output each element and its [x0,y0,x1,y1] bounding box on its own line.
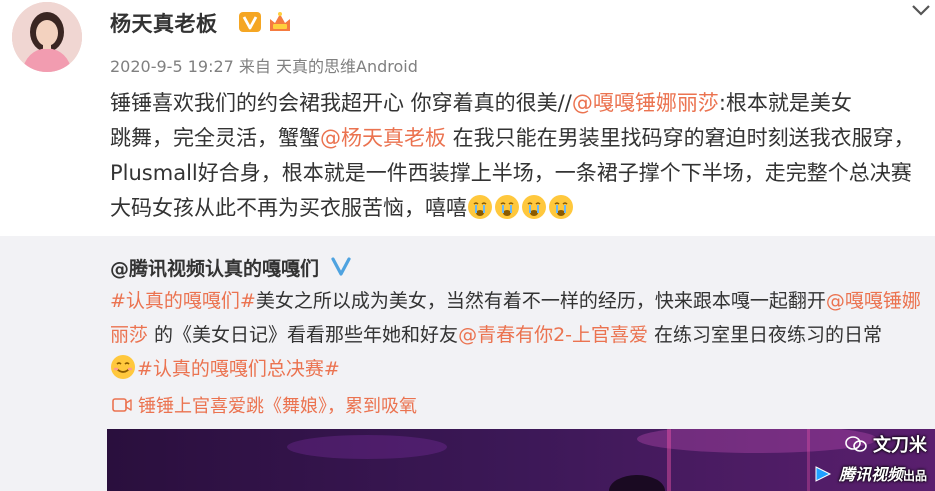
video-icon [112,398,132,412]
smile-emoji-icon [111,355,135,379]
tencent-watermark-suffix: 出品 [902,469,927,483]
post-meta: 2020-9-5 19:27 来自 天真的思维Android [110,53,418,77]
avatar[interactable] [12,2,82,72]
verified-gold-icon[interactable] [238,10,262,34]
video-player[interactable]: 文刀米 腾讯视频出品 [107,429,935,491]
repost-author[interactable]: @腾讯视频认真的嘎嘎们 [110,254,319,281]
crying-emoji-icon [495,195,519,219]
repost-text-segment: 在练习室里日夜练习的日常 [648,324,883,346]
mention-link[interactable]: @杨天真老板 [320,126,446,150]
post-timestamp[interactable]: 2020-9-5 19:27 [110,57,234,76]
hashtag-link[interactable]: #认真的嘎嘎们总决赛# [137,358,340,380]
tencent-watermark-text: 腾讯视频 [838,465,903,484]
avatar-image [12,2,82,72]
wechat-icon [844,436,867,452]
video-link[interactable]: 锤锤上官喜爱跳《舞娘》，累到吸氧 [112,392,417,418]
crying-emoji-icon [522,195,546,219]
source-prefix: 来自 [238,57,271,76]
chevron-down-icon[interactable] [910,2,932,18]
post-text: 锤锤喜欢我们的约会裙我超开心 你穿着真的很美//@嘎嘎锤娜丽莎:根本就是美女 跳… [110,86,925,226]
repost-text-segment: 的《美女日记》看看那些年她和好友 [148,324,459,346]
mention-link[interactable]: @青春有你2-上官喜爱 [458,324,648,346]
tencent-watermark: 腾讯视频出品 [813,461,927,485]
video-link-label: 锤锤上官喜爱跳《舞娘》，累到吸氧 [138,396,417,417]
repost-text-segment: 美女之所以成为美女，当然有着不一样的经历，快来跟本嘎一起翻开 [255,290,826,312]
mention-link[interactable]: @嘎嘎锤娜丽莎 [572,91,719,115]
repost-card: @腾讯视频认真的嘎嘎们 #认真的嘎嘎们#美女之所以成为美女，当然有着不一样的经历… [0,236,935,491]
user-name[interactable]: 杨天真老板 [110,8,218,38]
crying-emoji-icon [549,195,573,219]
post-text-segment: :根本就是美女 [718,91,852,115]
video-thumbnail [107,429,935,491]
hashtag-link[interactable]: #认真的嘎嘎们# [110,290,256,312]
post-text-segment: 锤锤喜欢我们的约会裙我超开心 你穿着真的很美// [110,91,572,115]
repost-text: #认真的嘎嘎们#美女之所以成为美女，当然有着不一样的经历，快来跟本嘎一起翻开@嘎… [110,284,930,386]
vip-crown-icon[interactable] [267,9,293,35]
tencent-video-icon [815,466,832,482]
post-text-segment: 跳舞，完全灵活，蟹蟹 [110,126,320,150]
wechat-watermark: 文刀米 [844,431,927,457]
wechat-watermark-text: 文刀米 [873,435,927,456]
crying-emoji-icon [468,195,492,219]
post-source[interactable]: 天真的思维Android [276,57,418,76]
verified-blue-icon [331,257,351,276]
